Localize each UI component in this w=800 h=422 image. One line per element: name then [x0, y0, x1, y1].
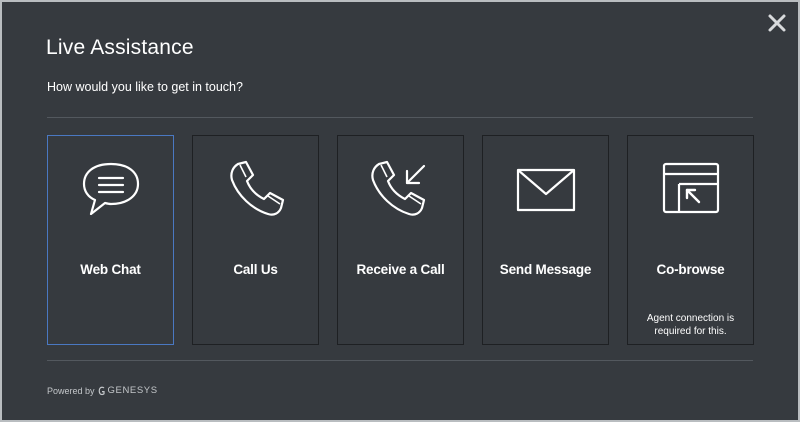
option-co-browse[interactable]: Co-browse Agent connection is required f…: [627, 135, 754, 345]
browser-window-arrow-icon: [662, 162, 719, 214]
option-label: Send Message: [499, 262, 592, 277]
option-label: Co-browse: [656, 262, 725, 277]
close-icon[interactable]: [766, 12, 788, 34]
dialog-title: Live Assistance: [46, 36, 194, 59]
live-assistance-dialog: Live Assistance How would you like to ge…: [2, 2, 798, 420]
powered-by-text: Powered by: [47, 385, 95, 396]
option-note: Agent connection is required for this.: [646, 313, 735, 337]
option-send-message[interactable]: Send Message: [482, 135, 609, 345]
option-label: Receive a Call: [356, 262, 445, 277]
genesys-logo-icon: [98, 386, 105, 395]
divider-top: [47, 117, 753, 118]
option-label: Call Us: [233, 262, 278, 277]
brand-name: GENESYS: [107, 385, 158, 396]
footer: Powered by GENESYS: [47, 385, 158, 396]
divider-bottom: [47, 360, 753, 361]
dialog-subtitle: How would you like to get in touch?: [47, 80, 243, 94]
contact-options: Web Chat Call Us Receive a Call Send Mes…: [47, 135, 757, 347]
option-receive-call[interactable]: Receive a Call: [337, 135, 464, 345]
option-call-us[interactable]: Call Us: [192, 135, 319, 345]
phone-incoming-icon: [370, 160, 425, 216]
chat-bubble-icon: [82, 162, 139, 216]
option-web-chat[interactable]: Web Chat: [47, 135, 174, 345]
envelope-icon: [516, 168, 575, 212]
option-label: Web Chat: [80, 262, 141, 277]
phone-icon: [229, 160, 284, 216]
